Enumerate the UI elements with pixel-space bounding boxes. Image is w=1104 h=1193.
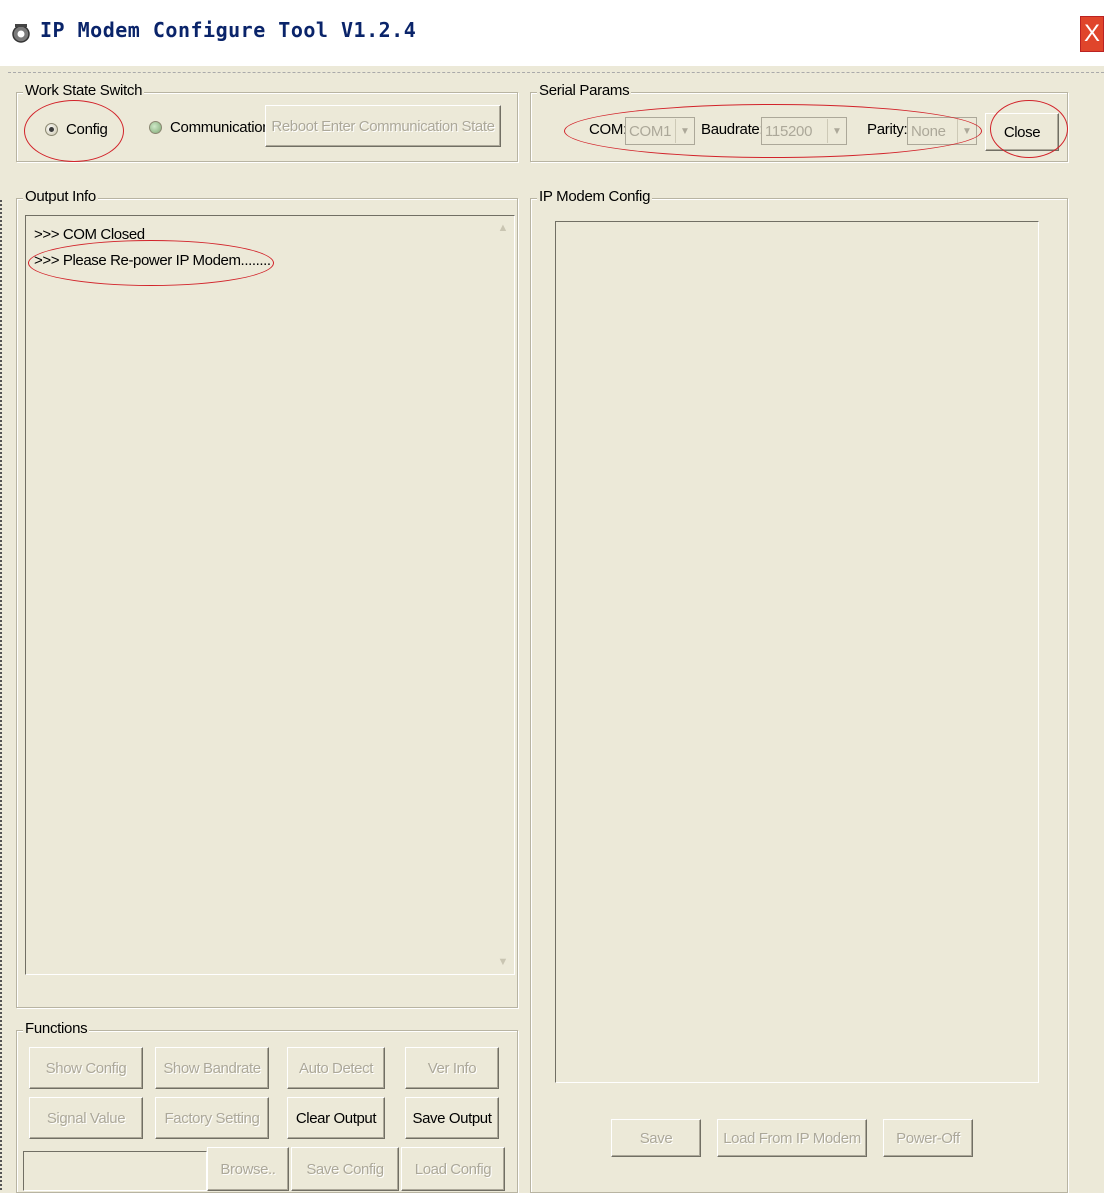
functions-group: Functions Show Config Show Bandrate Auto… bbox=[16, 1020, 518, 1193]
window-title: IP Modem Configure Tool V1.2.4 bbox=[40, 18, 417, 42]
output-lines: >>> COM Closed >>> Please Re-power IP Mo… bbox=[34, 222, 271, 274]
auto-detect-button[interactable]: Auto Detect bbox=[287, 1047, 385, 1089]
signal-value-button[interactable]: Signal Value bbox=[29, 1097, 143, 1139]
power-off-button[interactable]: Power-Off bbox=[883, 1119, 973, 1157]
parity-select[interactable]: None ▼ bbox=[907, 117, 977, 145]
ip-modem-config-legend: IP Modem Config bbox=[537, 188, 653, 205]
config-save-button[interactable]: Save bbox=[611, 1119, 701, 1157]
chevron-down-icon: ▼ bbox=[675, 119, 694, 143]
config-radio-label: Config bbox=[66, 121, 108, 138]
baudrate-label: Baudrate: bbox=[701, 121, 764, 138]
output-scrollbar[interactable]: ▲ ▼ bbox=[494, 218, 512, 972]
com-select-value: COM1 bbox=[629, 122, 672, 140]
factory-setting-button[interactable]: Factory Setting bbox=[155, 1097, 269, 1139]
parity-label: Parity: bbox=[867, 121, 908, 138]
communication-radio-label: Communication bbox=[170, 119, 271, 136]
load-from-modem-button[interactable]: Load From IP Modem bbox=[717, 1119, 867, 1157]
serial-params-legend: Serial Params bbox=[537, 82, 632, 99]
show-config-button[interactable]: Show Config bbox=[29, 1047, 143, 1089]
ip-modem-config-panel bbox=[555, 221, 1039, 1083]
config-path-field[interactable] bbox=[23, 1151, 207, 1191]
load-config-button[interactable]: Load Config bbox=[401, 1147, 505, 1191]
functions-legend: Functions bbox=[23, 1020, 90, 1037]
output-info-group: Output Info >>> COM Closed >>> Please Re… bbox=[16, 188, 518, 1008]
com-select[interactable]: COM1 ▼ bbox=[625, 117, 695, 145]
com-label: COM: bbox=[589, 121, 627, 138]
chevron-down-icon: ▼ bbox=[827, 119, 846, 143]
window-edge bbox=[0, 200, 4, 1190]
output-line: >>> Please Re-power IP Modem........ bbox=[34, 252, 271, 269]
work-state-legend: Work State Switch bbox=[23, 82, 145, 99]
output-line: >>> COM Closed bbox=[34, 226, 145, 243]
app-gear-icon bbox=[12, 24, 30, 43]
output-log[interactable]: >>> COM Closed >>> Please Re-power IP Mo… bbox=[25, 215, 515, 975]
save-output-button[interactable]: Save Output bbox=[405, 1097, 499, 1139]
clear-output-button[interactable]: Clear Output bbox=[287, 1097, 385, 1139]
ip-modem-config-group: IP Modem Config Save Load From IP Modem … bbox=[530, 188, 1068, 1193]
radio-unselected-icon bbox=[149, 121, 162, 134]
window-close-button[interactable]: X bbox=[1080, 16, 1104, 52]
config-radio[interactable]: Config bbox=[45, 121, 108, 138]
baudrate-select-value: 115200 bbox=[765, 122, 813, 140]
communication-radio[interactable]: Communication bbox=[149, 119, 271, 136]
baudrate-select[interactable]: 115200 ▼ bbox=[761, 117, 847, 145]
show-bandrate-button[interactable]: Show Bandrate bbox=[155, 1047, 269, 1089]
radio-selected-icon bbox=[45, 123, 58, 136]
menu-separator bbox=[8, 72, 1104, 73]
serial-params-group: Serial Params COM: COM1 ▼ Baudrate: 1152… bbox=[530, 82, 1068, 162]
serial-close-button[interactable]: Close bbox=[985, 113, 1059, 151]
output-info-legend: Output Info bbox=[23, 188, 98, 205]
ver-info-button[interactable]: Ver Info bbox=[405, 1047, 499, 1089]
reboot-communication-button[interactable]: Reboot Enter Communication State bbox=[265, 105, 501, 147]
scroll-down-icon[interactable]: ▼ bbox=[494, 952, 512, 972]
scroll-up-icon[interactable]: ▲ bbox=[494, 218, 512, 238]
chevron-down-icon: ▼ bbox=[957, 119, 976, 143]
parity-select-value: None bbox=[911, 122, 946, 140]
browse-button[interactable]: Browse.. bbox=[207, 1147, 289, 1191]
save-config-button[interactable]: Save Config bbox=[291, 1147, 399, 1191]
work-state-group: Work State Switch Config Communication R… bbox=[16, 82, 518, 162]
title-bar: IP Modem Configure Tool V1.2.4 X bbox=[0, 0, 1104, 66]
